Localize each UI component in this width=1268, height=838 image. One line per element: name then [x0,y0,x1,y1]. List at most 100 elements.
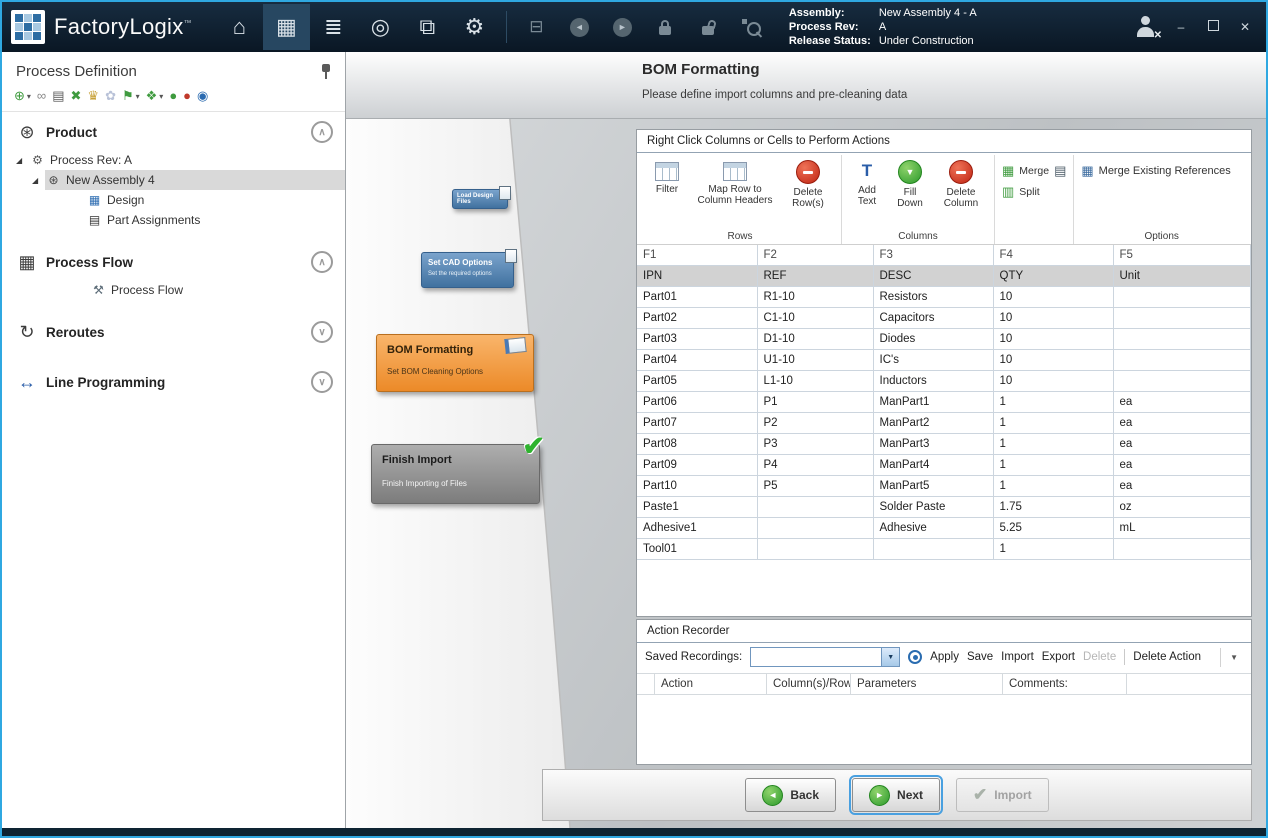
flag-icon[interactable]: ⚑ [122,88,134,104]
next-button[interactable]: ► Next [852,778,940,812]
status-green-icon[interactable]: ● [169,88,177,104]
grid-cell[interactable]: Paste1 [637,497,757,518]
apply-link[interactable]: Apply [930,651,959,663]
grid-cell[interactable]: Part03 [637,329,757,350]
grid-cell[interactable]: Part05 [637,371,757,392]
expand-arrow-icon[interactable]: ∨ [311,321,333,343]
collapse-arrow-icon[interactable]: ∧ [311,121,333,143]
grid-row[interactable]: Part09P4ManPart41ea [637,455,1251,476]
grid-cell[interactable]: DESC [873,266,993,287]
grid-cell[interactable]: 10 [993,371,1113,392]
grid-cell[interactable]: F4 [993,245,1113,266]
layers-icon[interactable]: ❖ [146,88,158,104]
grid-cell[interactable]: F2 [757,245,873,266]
grid-row[interactable]: Part02C1-10Capacitors10 [637,308,1251,329]
link-icon[interactable]: ∞ [37,88,46,104]
recorder-column-header[interactable]: Parameters [851,674,1003,694]
close-button[interactable]: ✕ [1236,20,1254,34]
workflow-step-set-cad-options[interactable]: Set CAD Options Set the required options [421,252,514,288]
grid-cell[interactable]: REF [757,266,873,287]
grid-cell[interactable]: Adhesive [873,518,993,539]
grid-cell[interactable]: 10 [993,350,1113,371]
dropdown-caret-icon[interactable]: ▾ [136,92,140,101]
grid-cell[interactable]: Part06 [637,392,757,413]
grid-cell[interactable]: ea [1113,392,1251,413]
grid-cell[interactable]: ea [1113,413,1251,434]
dropdown-caret-icon[interactable]: ▾ [159,92,163,101]
grid-row[interactable]: Part08P3ManPart31ea [637,434,1251,455]
save-icon[interactable]: ⊟ [515,6,558,48]
tree-item-assembly[interactable]: ◢ ⊛ New Assembly 4 [2,170,345,190]
tree-item-design[interactable]: ▦ Design [2,190,345,210]
grid-cell[interactable]: Adhesive1 [637,518,757,539]
section-process-flow[interactable]: ▦ Process Flow ∧ [2,242,345,280]
grid-cell[interactable]: 1.75 [993,497,1113,518]
workflow-step-load-design-files[interactable]: Load Design Files [452,189,508,209]
section-line-programming[interactable]: ↔ Line Programming ∨ [2,362,345,400]
section-reroutes[interactable]: ↻ Reroutes ∨ [2,312,345,350]
maximize-button[interactable] [1204,20,1222,34]
grid-row[interactable]: Part06P1ManPart11ea [637,392,1251,413]
grid-cell[interactable] [873,539,993,560]
grid-cell[interactable]: IC's [873,350,993,371]
flower-icon[interactable]: ✿ [105,88,116,104]
map-row-to-column-headers-button[interactable]: Map Row to Column Headers [693,160,777,206]
grid-cell[interactable]: Solder Paste [873,497,993,518]
grid-cell[interactable] [1113,287,1251,308]
recorder-column-header[interactable]: Column(s)/Row(s)... [767,674,851,694]
grid-cell[interactable]: D1-10 [757,329,873,350]
process-definition-icon[interactable]: ▦ [263,4,310,50]
merge-button[interactable]: ▦ Merge ▤ [1002,164,1066,177]
workflow-step-bom-formatting[interactable]: BOM Formatting Set BOM Cleaning Options [376,334,534,392]
grid-row[interactable]: Tool011 [637,539,1251,560]
grid-cell[interactable] [757,497,873,518]
grid-cell[interactable]: 1 [993,413,1113,434]
collapse-arrow-icon[interactable]: ∧ [311,251,333,273]
save-recording-link[interactable]: Save [967,651,993,663]
grid-cell[interactable]: ManPart3 [873,434,993,455]
grid-cell[interactable]: C1-10 [757,308,873,329]
status-red-icon[interactable]: ● [183,88,191,104]
grid-cell[interactable]: P2 [757,413,873,434]
documents-icon[interactable]: ⧉ [404,4,451,50]
grid-cell[interactable]: QTY [993,266,1113,287]
import-recording-link[interactable]: Import [1001,651,1034,663]
recorder-more-dropdown-icon[interactable]: ▼ [1220,648,1243,667]
saved-recordings-combobox[interactable]: ▼ [750,647,900,667]
grid-cell[interactable] [1113,539,1251,560]
grid-cell[interactable]: mL [1113,518,1251,539]
grid-cell[interactable]: 1 [993,539,1113,560]
forward-nav-icon[interactable]: ► [601,6,644,48]
grid-cell[interactable]: 5.25 [993,518,1113,539]
grid-cell[interactable]: 10 [993,308,1113,329]
tree-item-process-rev[interactable]: ◢ ⚙ Process Rev: A [2,150,345,170]
unlock-icon[interactable] [687,6,730,48]
grid-cell[interactable] [757,539,873,560]
grid-cell[interactable]: U1-10 [757,350,873,371]
split-button[interactable]: ▥ Split [1002,185,1066,198]
home-icon[interactable]: ⌂ [216,4,263,50]
award-icon[interactable]: ♛ [87,88,99,104]
import-button[interactable]: ✔ Import [956,778,1049,812]
grid-row[interactable]: Part03D1-10Diodes10 [637,329,1251,350]
grid-cell[interactable]: L1-10 [757,371,873,392]
grid-cell[interactable]: Unit [1113,266,1251,287]
combo-dropdown-icon[interactable]: ▼ [881,648,899,666]
grid-cell[interactable]: ManPart4 [873,455,993,476]
grid-row[interactable]: Part04U1-10IC's10 [637,350,1251,371]
grid-row[interactable]: Part07P2ManPart21ea [637,413,1251,434]
grid-cell[interactable]: F1 [637,245,757,266]
grid-cell[interactable]: ea [1113,455,1251,476]
grid-row[interactable]: Part05L1-10Inductors10 [637,371,1251,392]
filter-button[interactable]: Filter [647,160,687,195]
dropdown-caret-icon[interactable]: ▾ [27,92,31,101]
expand-arrow-icon[interactable]: ∨ [311,371,333,393]
grid-cell[interactable]: 1 [993,392,1113,413]
grid-cell[interactable]: Part01 [637,287,757,308]
grid-cell[interactable]: Part10 [637,476,757,497]
grid-row[interactable]: Part01R1-10Resistors10 [637,287,1251,308]
status-blue-icon[interactable]: ◉ [197,88,208,104]
grid-cell[interactable] [1113,350,1251,371]
grid-row[interactable]: Adhesive1 Adhesive5.25mL [637,518,1251,539]
delete-action-link[interactable]: Delete Action [1133,651,1201,663]
